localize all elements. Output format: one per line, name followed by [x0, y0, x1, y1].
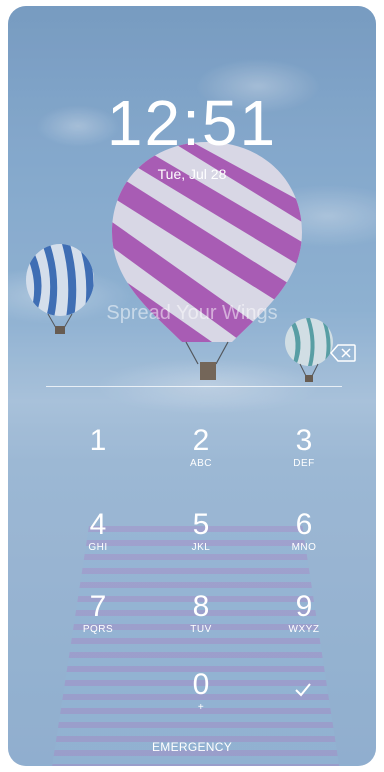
- key-digit: 3: [295, 424, 313, 457]
- clock-time: 12:51: [106, 87, 278, 159]
- key-digit: 4: [89, 508, 107, 541]
- clock-date: Tue, Jul 28: [157, 166, 227, 182]
- key-letters: +: [197, 702, 205, 713]
- key-letters: MNO: [291, 542, 317, 553]
- key-8[interactable]: 8 TUV: [153, 590, 249, 660]
- key-digit: 2: [192, 424, 210, 457]
- lockscreen: 12:51 Tue, Jul 28 Spread Your Wings 1 2 …: [8, 6, 376, 766]
- key-9[interactable]: 9 WXYZ: [256, 590, 352, 660]
- key-5[interactable]: 5 JKL: [153, 508, 249, 578]
- key-4[interactable]: 4 GHI: [50, 508, 146, 578]
- key-letters: ABC: [189, 458, 213, 469]
- pin-entry-field[interactable]: [46, 386, 342, 387]
- key-3[interactable]: 3 DEF: [256, 424, 352, 494]
- key-letters: DEF: [293, 458, 315, 469]
- key-digit: 1: [89, 424, 107, 457]
- key-digit: 8: [192, 590, 210, 623]
- key-digit: 6: [295, 508, 313, 541]
- checkmark-icon[interactable]: [294, 682, 312, 698]
- key-letters: PQRS: [82, 624, 114, 635]
- key-6[interactable]: 6 MNO: [256, 508, 352, 578]
- key-letters: TUV: [190, 624, 212, 635]
- key-digit: 0: [192, 668, 210, 701]
- key-letters: WXYZ: [288, 624, 320, 635]
- key-0[interactable]: 0 +: [153, 668, 249, 738]
- wallpaper-caption: Spread Your Wings: [106, 302, 278, 324]
- key-7[interactable]: 7 PQRS: [50, 590, 146, 660]
- key-letters: JKL: [191, 542, 211, 553]
- key-digit: 7: [89, 590, 107, 623]
- key-1[interactable]: 1: [50, 424, 146, 494]
- emergency-call-button[interactable]: EMERGENCY: [8, 740, 376, 754]
- key-digit: 9: [295, 590, 313, 623]
- key-letters: GHI: [88, 542, 108, 553]
- key-digit: 5: [192, 508, 210, 541]
- backspace-icon[interactable]: [330, 344, 356, 362]
- key-2[interactable]: 2 ABC: [153, 424, 249, 494]
